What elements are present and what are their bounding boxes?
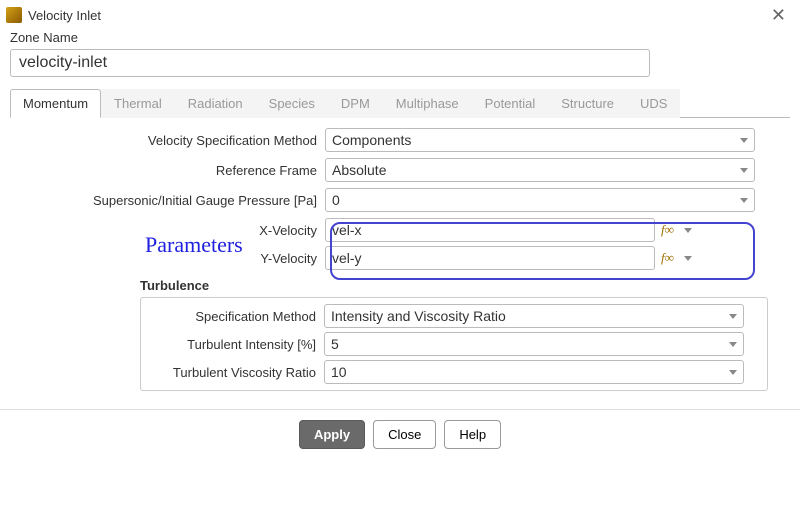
chevron-down-icon — [684, 256, 692, 261]
gauge-pressure-label: Supersonic/Initial Gauge Pressure [Pa] — [20, 193, 325, 208]
tab-thermal[interactable]: Thermal — [101, 89, 175, 118]
turb-spec-method-label: Specification Method — [149, 309, 324, 324]
turbulence-header: Turbulence — [140, 278, 780, 293]
chevron-down-icon — [684, 228, 692, 233]
tab-multiphase[interactable]: Multiphase — [383, 89, 472, 118]
dialog-buttons: Apply Close Help — [0, 409, 800, 459]
zone-name-label: Zone Name — [0, 28, 800, 49]
x-velocity-input[interactable]: vel-x — [325, 218, 655, 242]
tab-radiation[interactable]: Radiation — [175, 89, 256, 118]
ref-frame-label: Reference Frame — [20, 163, 325, 178]
tab-species[interactable]: Species — [256, 89, 328, 118]
close-icon[interactable]: ✕ — [765, 4, 792, 26]
chevron-down-icon — [740, 168, 748, 173]
turb-visc-ratio-value: 10 — [331, 364, 347, 380]
chevron-down-icon — [729, 314, 737, 319]
turbulence-group: Specification Method Intensity and Visco… — [140, 297, 768, 391]
vel-spec-method-select[interactable]: Components — [325, 128, 755, 152]
turb-spec-method-value: Intensity and Viscosity Ratio — [331, 308, 506, 324]
tab-structure[interactable]: Structure — [548, 89, 627, 118]
app-icon — [6, 7, 22, 23]
y-velocity-fx-button[interactable]: f∞ — [661, 250, 692, 266]
turb-intensity-label: Turbulent Intensity [%] — [149, 337, 324, 352]
gauge-pressure-value: 0 — [332, 192, 340, 208]
gauge-pressure-input[interactable]: 0 — [325, 188, 755, 212]
ref-frame-select[interactable]: Absolute — [325, 158, 755, 182]
fx-icon: f∞ — [661, 250, 674, 266]
titlebar: Velocity Inlet ✕ — [0, 0, 800, 28]
turb-spec-method-select[interactable]: Intensity and Viscosity Ratio — [324, 304, 744, 328]
momentum-panel: Velocity Specification Method Components… — [0, 118, 800, 399]
turb-visc-ratio-label: Turbulent Viscosity Ratio — [149, 365, 324, 380]
window-title: Velocity Inlet — [28, 8, 765, 23]
tab-bar: Momentum Thermal Radiation Species DPM M… — [10, 89, 790, 118]
tab-uds[interactable]: UDS — [627, 89, 680, 118]
turb-visc-ratio-input[interactable]: 10 — [324, 360, 744, 384]
chevron-down-icon — [740, 138, 748, 143]
chevron-down-icon — [729, 342, 737, 347]
turb-intensity-value: 5 — [331, 336, 339, 352]
vel-spec-method-value: Components — [332, 132, 411, 148]
tab-momentum[interactable]: Momentum — [10, 89, 101, 118]
apply-button[interactable]: Apply — [299, 420, 365, 449]
ref-frame-value: Absolute — [332, 162, 386, 178]
y-velocity-input[interactable]: vel-y — [325, 246, 655, 270]
chevron-down-icon — [729, 370, 737, 375]
x-velocity-fx-button[interactable]: f∞ — [661, 222, 692, 238]
help-button[interactable]: Help — [444, 420, 501, 449]
vel-spec-method-label: Velocity Specification Method — [20, 133, 325, 148]
zone-name-input[interactable] — [10, 49, 650, 77]
close-button[interactable]: Close — [373, 420, 436, 449]
tab-potential[interactable]: Potential — [472, 89, 549, 118]
fx-icon: f∞ — [661, 222, 674, 238]
turb-intensity-input[interactable]: 5 — [324, 332, 744, 356]
chevron-down-icon — [740, 198, 748, 203]
tab-dpm[interactable]: DPM — [328, 89, 383, 118]
parameters-annotation: Parameters — [145, 232, 243, 258]
